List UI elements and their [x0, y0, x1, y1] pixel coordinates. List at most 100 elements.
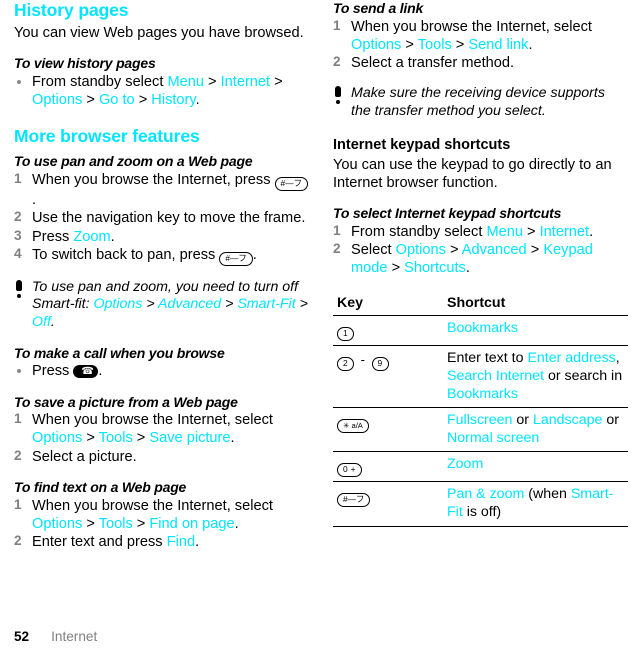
table-cell-key: ✳ a/A	[333, 407, 443, 453]
tip-bulb-icon	[15, 279, 23, 299]
step-number: 1	[333, 17, 341, 33]
step-number: 2	[333, 54, 341, 70]
list-item: 2 Select Options > Advanced > Keypad mode…	[333, 241, 593, 277]
procedure-find-text-list: 1 When you browse the Internet, select Op…	[14, 497, 309, 551]
menu-link[interactable]: Options	[93, 296, 142, 312]
right-column: To send a link 1 When you browse the Inte…	[333, 0, 628, 527]
hash-key-icon: #—フ	[274, 177, 308, 192]
list-item: 1 When you browse the Internet, press #—フ…	[14, 171, 309, 209]
menu-link[interactable]: Tools	[418, 37, 452, 53]
tip-note-transfer-method: Make sure the receiving device supports …	[333, 85, 628, 120]
bullet-dot-icon	[17, 369, 21, 374]
menu-link[interactable]: Tools	[99, 430, 133, 446]
hash-key-icon: #—フ	[219, 251, 253, 266]
list-item: From standby select Menu > Internet > Op…	[14, 73, 309, 109]
table-cell-key: #—フ	[333, 481, 443, 527]
menu-link[interactable]: Options	[396, 242, 446, 258]
table-cell-shortcut: Zoom	[443, 451, 628, 483]
list-item: 4 To switch back to pan, press #—フ.	[14, 246, 309, 266]
menu-link[interactable]: Find on page	[149, 516, 234, 532]
menu-link[interactable]: Menu	[167, 74, 204, 90]
menu-link[interactable]: Options	[32, 516, 82, 532]
column-header-shortcut: Shortcut	[443, 294, 628, 317]
keypad-key-icon: ✳ a/A	[337, 419, 369, 434]
menu-link[interactable]: Zoom	[73, 229, 110, 245]
procedure-pan-zoom-list: 1 When you browse the Internet, press #—フ…	[14, 171, 309, 266]
table-cell-key: 1	[333, 315, 443, 347]
tip-bulb-icon	[334, 86, 342, 105]
menu-link[interactable]: Advanced	[462, 242, 527, 258]
list-item: 2 Select a picture.	[14, 447, 137, 465]
section-title-more-browser-features: More browser features	[14, 125, 200, 146]
keypad-key-icon: #—フ	[337, 493, 371, 508]
shortcut-text: or	[512, 412, 533, 429]
menu-link[interactable]: Save picture	[149, 430, 230, 446]
menu-link[interactable]: Zoom	[447, 456, 483, 472]
table-cell-shortcut: Enter text to Enter address, Search Inte…	[443, 345, 628, 409]
menu-link[interactable]: Pan & zoom	[447, 486, 524, 502]
table-header-row: Key Shortcut	[333, 294, 628, 317]
procedure-title-find-text: To find text on a Web page	[14, 478, 187, 495]
menu-link[interactable]: Menu	[486, 224, 523, 240]
list-item: 1 When you browse the Internet, select Op…	[14, 496, 273, 532]
table-row: 0 + Zoom	[333, 451, 628, 483]
menu-link[interactable]: History	[151, 92, 195, 108]
menu-link[interactable]: Find	[167, 534, 195, 550]
call-key-icon: ☎	[73, 365, 99, 379]
menu-link[interactable]: Send link	[468, 37, 528, 53]
procedure-save-picture-list: 1 When you browse the Internet, select Op…	[14, 411, 309, 465]
table-cell-shortcut: Bookmarks	[443, 315, 628, 347]
table-row: 2 - 9 Enter text to Enter address, Search…	[333, 345, 628, 409]
shortcut-text: (when	[524, 486, 571, 503]
list-item: Press ☎.	[14, 362, 309, 380]
procedure-title-view-history: To view history pages	[14, 54, 156, 71]
menu-link[interactable]: Bookmarks	[447, 386, 518, 402]
menu-link[interactable]: Enter address	[527, 350, 615, 366]
shortcut-text: is off)	[462, 503, 502, 520]
menu-link[interactable]: Bookmarks	[447, 320, 518, 336]
keypad-shortcuts-table: Key Shortcut 1 Bookmarks 2 - 9 Enter text t…	[333, 294, 628, 527]
step-number: 1	[333, 222, 341, 238]
column-header-key: Key	[333, 294, 443, 317]
menu-link[interactable]: Go to	[99, 92, 135, 108]
procedure-title-select-keypad-shortcuts: To select Internet keypad shortcuts	[333, 205, 562, 222]
menu-link[interactable]: Shortcuts	[404, 260, 466, 276]
menu-link[interactable]: Tools	[99, 516, 133, 532]
menu-link[interactable]: Internet	[221, 74, 271, 90]
table-cell-shortcut: Pan & zoom (when Smart-Fit is off)	[443, 481, 628, 527]
keypad-shortcuts-intro: You can use the keypad to go directly to…	[333, 156, 612, 191]
step-number: 1	[14, 171, 22, 187]
menu-link[interactable]: Landscape	[533, 412, 602, 428]
left-column: History pages You can view Web pages you…	[14, 0, 309, 551]
menu-link[interactable]: Options	[32, 430, 82, 446]
step-number: 3	[14, 227, 22, 243]
menu-link[interactable]: Internet	[540, 224, 590, 240]
page-title-history-pages: History pages	[14, 0, 129, 20]
procedure-view-history-list: From standby select Menu > Internet > Op…	[14, 73, 309, 109]
step-number: 2	[14, 532, 22, 548]
list-item: 3 Press Zoom.	[14, 227, 115, 245]
menu-link[interactable]: Advanced	[158, 296, 221, 312]
history-intro-text: You can view Web pages you have browsed.	[14, 24, 304, 41]
bullet-dot-icon	[17, 79, 21, 84]
menu-link[interactable]: Search Internet	[447, 368, 544, 384]
range-dash: -	[356, 352, 369, 368]
menu-link[interactable]: Off	[32, 314, 51, 330]
list-item: 1 When you browse the Internet, select Op…	[14, 411, 273, 447]
menu-link[interactable]: Smart-Fit	[237, 296, 295, 312]
menu-link[interactable]: Options	[351, 37, 401, 53]
step-number: 1	[14, 411, 22, 427]
list-item: 2 Enter text and press Find.	[14, 532, 200, 550]
procedure-title-send-link: To send a link	[333, 0, 424, 16]
menu-link[interactable]: Normal screen	[447, 430, 539, 446]
manual-page: History pages You can view Web pages you…	[0, 0, 639, 650]
menu-link[interactable]: Options	[32, 92, 82, 108]
menu-link[interactable]: Fullscreen	[447, 412, 512, 428]
shortcut-text: or	[602, 412, 619, 429]
footer-chapter-name: Internet	[51, 629, 98, 644]
